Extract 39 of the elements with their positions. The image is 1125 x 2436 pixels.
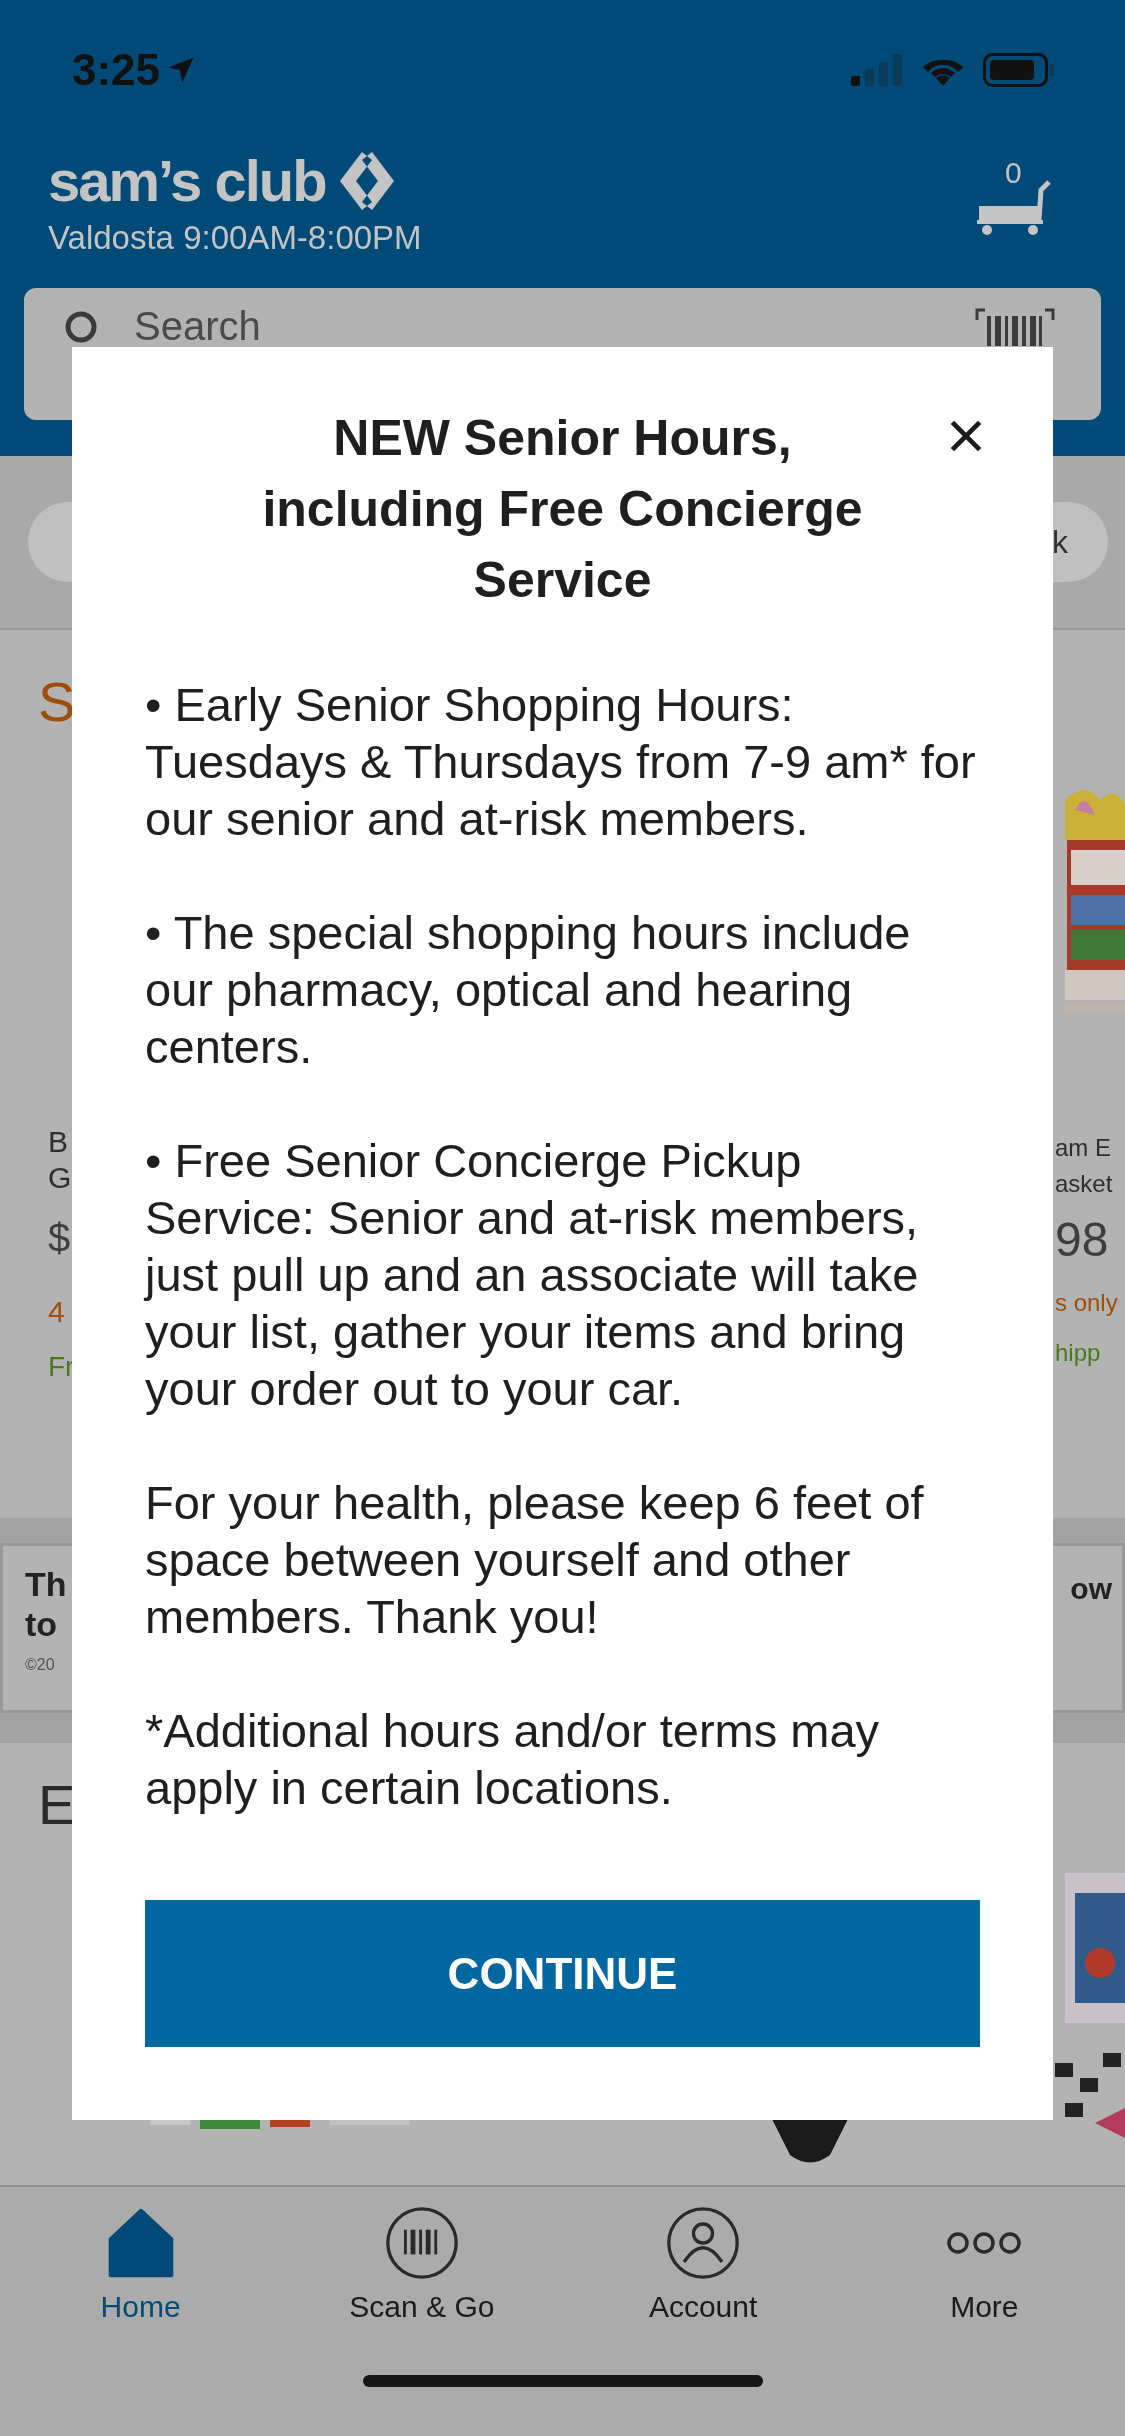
dialog-paragraph: For your health, please keep 6 feet of space between yourself and other members. Thank you! — [145, 1475, 925, 1645]
person-icon — [665, 2205, 742, 2281]
banner-text: to — [25, 1604, 59, 1644]
more-icon — [946, 2231, 1023, 2255]
tab[interactable]: Home — [0, 2205, 282, 2325]
product-name: G — [48, 1160, 72, 1196]
search-input[interactable]: Search — [134, 300, 951, 352]
dialog-paragraph: • The special shopping hours include our pharmacy, optical and hearing centers. — [145, 905, 912, 1075]
dialog-paragraph: • Early Senior Shopping Hours: Tuesdays & Thursdays from 7-9 am* for our senior and at-risk members. — [145, 677, 977, 847]
battery-icon — [983, 53, 1055, 87]
dialog-paragraph: • Free Senior Concierge Pickup Service: Senior and at-risk members, just pull up and an associate will take your list, gather your items and bring your order out to your car. — [145, 1133, 920, 1417]
product-name: asket — [1055, 1169, 1114, 1199]
continue-button[interactable]: CONTINUE — [145, 1900, 980, 2047]
product-note: 4 — [48, 1295, 66, 1329]
dialog-title: NEW Senior Hours, including Free Concierge Service — [261, 409, 864, 610]
product-name: am E — [1055, 1133, 1112, 1163]
shipping-note: hipp — [1055, 1339, 1102, 1367]
store-hours: Valdosta 9:00AM-8:00PM — [48, 218, 422, 258]
status-time: 3:25 — [72, 45, 161, 95]
tab[interactable]: More — [843, 2205, 1125, 2325]
product-name: B — [48, 1124, 69, 1160]
close-icon[interactable] — [949, 419, 983, 453]
product-price: 98 — [1055, 1212, 1110, 1267]
tab[interactable]: Scan & Go — [281, 2205, 563, 2325]
tab[interactable]: Account — [562, 2205, 844, 2325]
cart-button[interactable]: 0 — [975, 160, 1055, 240]
barcode-icon — [383, 2205, 460, 2281]
product-note: s only — [1055, 1289, 1119, 1317]
shipping-note: Fr — [48, 1351, 72, 1383]
dialog-paragraph: *Additional hours and/or terms may apply in certain locations. — [145, 1703, 881, 1816]
section-title: S — [38, 670, 72, 734]
product-price: $ — [48, 1216, 72, 1261]
barcode-icon[interactable] — [975, 308, 1055, 348]
banner-text: ow — [1070, 1572, 1112, 1606]
signal-icon — [851, 54, 903, 86]
section-title: E — [38, 1773, 76, 1837]
logo-wordmark: sam’s club — [48, 149, 326, 213]
copyright-text: ©20 — [25, 1656, 56, 1674]
banner-text: Th — [25, 1564, 67, 1604]
